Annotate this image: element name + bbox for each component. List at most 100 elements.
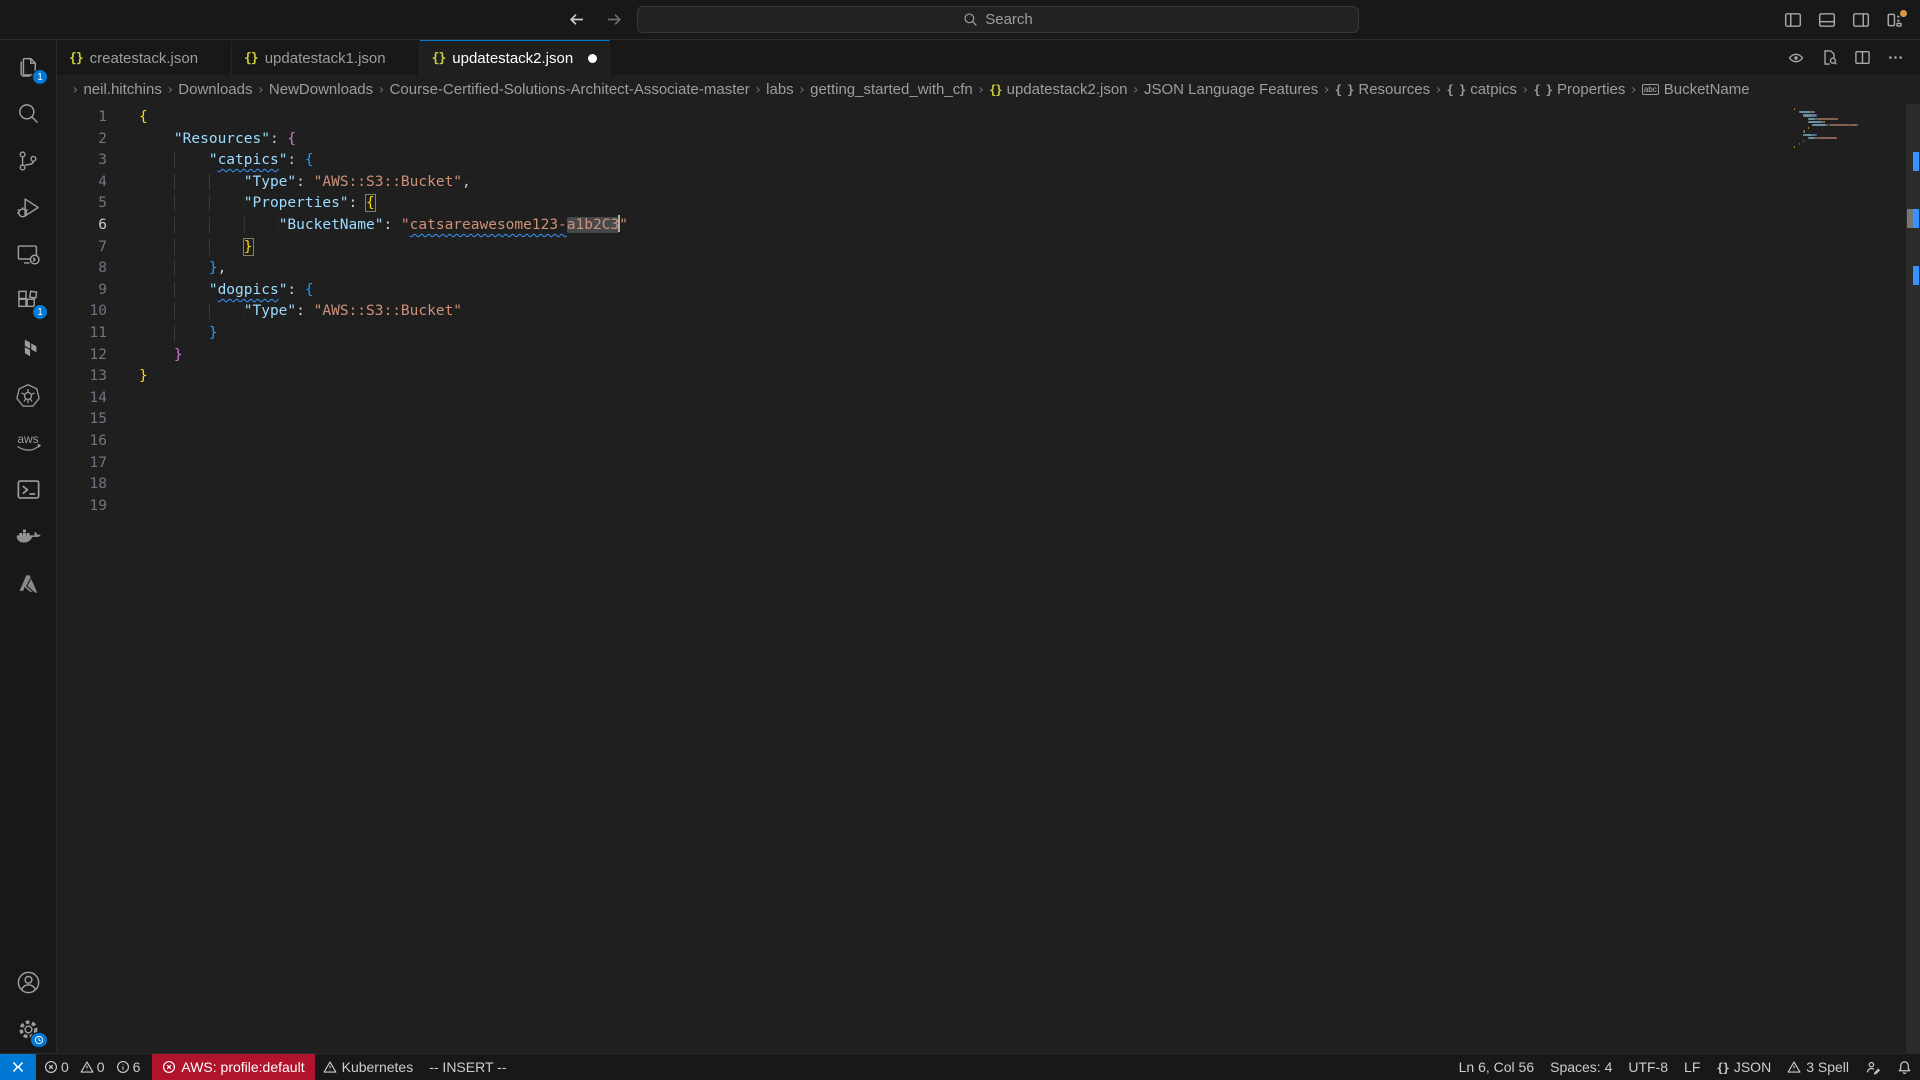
status-vim-mode[interactable]: -- INSERT -- (421, 1054, 514, 1080)
ellipsis-icon (1887, 49, 1904, 66)
chevron-right-icon: › (377, 81, 386, 98)
customize-layout-button[interactable] (1880, 7, 1910, 34)
breadcrumb-label: neil.hitchins (83, 81, 162, 98)
activity-item-search[interactable] (3, 90, 53, 137)
tab-updatestack2.json[interactable]: {} updatestack2.json (419, 40, 611, 75)
status-spell-checker[interactable]: 3 Spell (1779, 1054, 1857, 1080)
status-indentation[interactable]: Spaces: 4 (1542, 1054, 1620, 1080)
breadcrumb-item[interactable]: { } Properties (1533, 81, 1625, 98)
breadcrumb-label: catpics (1470, 81, 1517, 98)
open-preview-search-button[interactable] (1814, 44, 1844, 71)
breadcrumb-label: JSON Language Features (1143, 81, 1319, 98)
line-number: 13 (89, 368, 107, 385)
breadcrumb-item[interactable]: getting_started_with_cfn (810, 81, 973, 98)
activity-item-extensions[interactable]: 1 (3, 278, 53, 325)
arrow-right-icon (607, 14, 621, 25)
split-editor-button[interactable] (1847, 44, 1877, 71)
tab-label: updatestack1.json (264, 49, 386, 67)
overview-ruler[interactable] (1906, 104, 1920, 1053)
activity-item-aws[interactable]: aws (3, 419, 53, 466)
activity-item-accounts[interactable] (3, 959, 53, 1006)
breadcrumb-item[interactable]: {} updatestack2.json (989, 81, 1127, 98)
command-center: Search (561, 6, 1359, 34)
breadcrumb-item[interactable]: Downloads (178, 81, 252, 98)
search-input[interactable]: Search (637, 6, 1359, 33)
toggle-preview-button[interactable] (1781, 44, 1811, 71)
line-number: 14 (89, 389, 107, 406)
code-line: } (139, 323, 1920, 345)
notification-dot (1900, 9, 1907, 17)
breadcrumb-label: Resources (1358, 81, 1431, 98)
nav-forward-button[interactable] (599, 6, 629, 34)
accounts-icon (15, 969, 42, 996)
status-aws-credentials[interactable]: AWS: profile:default (152, 1054, 315, 1080)
activity-item-azure[interactable] (3, 560, 53, 607)
tab-createstack.json[interactable]: {} createstack.json (57, 40, 233, 75)
breadcrumb-item[interactable]: JSON Language Features (1144, 81, 1318, 98)
arrow-left-icon (569, 14, 583, 25)
toggle-panel-button[interactable] (1812, 7, 1842, 34)
title-bar: Search (0, 0, 1920, 40)
docker-icon (14, 523, 42, 551)
activity-item-docker[interactable] (3, 513, 53, 560)
status-encoding[interactable]: UTF-8 (1620, 1054, 1676, 1080)
editor[interactable]: 1 2 3 4 5 6 7 8 9 10 11 12 13 14 15 16 17 18 19 { "Resourc… (57, 104, 1920, 1053)
remote-icon (10, 1059, 26, 1075)
code-line: } (139, 237, 1920, 259)
activity-item-remote-explorer[interactable] (3, 231, 53, 278)
breadcrumb-item[interactable]: neil.hitchins (83, 81, 161, 98)
chevron-right-icon: › (753, 81, 763, 98)
status-feedback[interactable] (1857, 1054, 1889, 1080)
status-label: -- INSERT -- (429, 1059, 507, 1075)
line-number: 8 (98, 260, 107, 277)
layout-left-icon (1784, 11, 1802, 29)
nav-back-button[interactable] (561, 6, 591, 34)
tab-updatestack1.json[interactable]: {} updatestack1.json (232, 40, 420, 75)
line-number: 4 (98, 173, 107, 190)
activity-item-run-and-debug[interactable] (3, 184, 53, 231)
azure-icon (15, 571, 41, 597)
chevron-right-icon: › (797, 81, 807, 98)
breadcrumb-item[interactable]: abc BucketName (1641, 81, 1750, 98)
line-number: 11 (89, 324, 107, 341)
status-notifications[interactable] (1889, 1054, 1920, 1080)
activity-item-kubernetes[interactable] (3, 372, 53, 419)
count-badge: 1 (32, 304, 48, 320)
json-file-icon: {} (431, 50, 447, 66)
status-bar-left: 0 0 6 AWS: profile:default Kubernetes -- INSE… (0, 1054, 514, 1080)
status-cursor-position[interactable]: Ln 6, Col 56 (1451, 1054, 1543, 1080)
tab-list: {} createstack.json {} updatestack1.json {} u… (57, 40, 611, 75)
chevron-right-icon: › (1322, 81, 1331, 98)
code-line: } (173, 346, 183, 363)
status-remote[interactable] (0, 1054, 36, 1080)
minimap[interactable] (1794, 108, 1906, 169)
status-language-mode[interactable]: {} JSON (1708, 1054, 1779, 1080)
activity-item-settings[interactable] (3, 1006, 53, 1053)
status-eol[interactable]: LF (1676, 1054, 1708, 1080)
breadcrumb-item[interactable]: labs (766, 81, 794, 98)
activity-item-source-control[interactable] (3, 137, 53, 184)
activity-item-explorer[interactable]: 1 (3, 43, 53, 90)
eye-icon (1787, 50, 1805, 66)
activity-item-terraform[interactable] (3, 325, 53, 372)
status-problems[interactable]: 006 (36, 1054, 148, 1080)
code-line: } (139, 368, 148, 385)
line-number: 15 (89, 411, 107, 428)
breadcrumb-item[interactable]: { } catpics (1447, 81, 1517, 98)
status-kubernetes-context[interactable]: Kubernetes (315, 1054, 422, 1080)
line-number: 5 (98, 195, 107, 212)
toggle-secondary-sidebar-button[interactable] (1846, 7, 1876, 34)
line-number: 6 (98, 216, 107, 233)
toggle-primary-sidebar-button[interactable] (1778, 7, 1808, 34)
source-control-icon (15, 148, 41, 174)
breadcrumb-item[interactable]: Course-Certified-Solutions-Architect-Ass… (390, 81, 750, 98)
more-actions-button[interactable] (1880, 44, 1910, 71)
code-content[interactable]: { "Resources": { "catpics": { "Type": "A… (107, 104, 1920, 1053)
vscode-window: Search 1 1 aws {} createstack.json{} updates… (0, 0, 1920, 1080)
activity-item-terminal[interactable] (3, 466, 53, 513)
modified-dot-icon[interactable] (588, 53, 598, 63)
breadcrumb-item[interactable]: { } Resources (1335, 81, 1430, 98)
breadcrumb-item[interactable]: NewDownloads (269, 81, 373, 98)
